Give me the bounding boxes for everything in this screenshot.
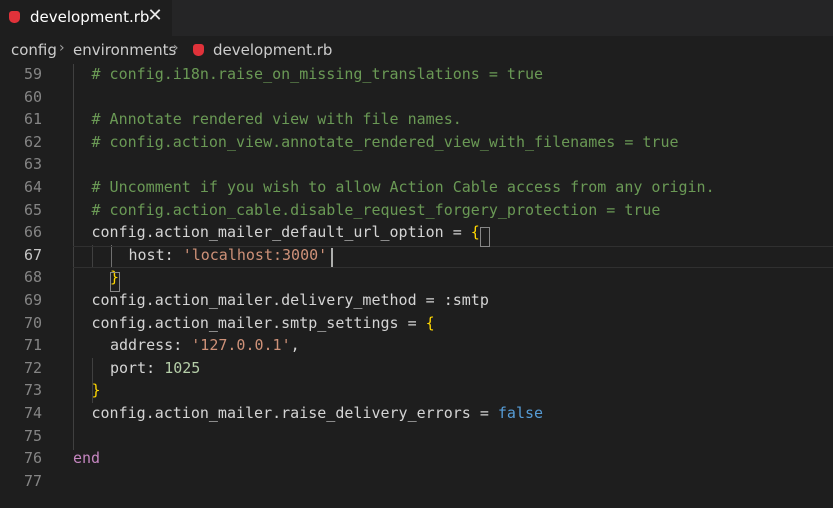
line-number: 68 (23, 268, 42, 287)
code-token: '127.0.0.1' (191, 336, 291, 355)
code-token: # config.i18n.raise_on_missing_translati… (91, 65, 544, 83)
bracket-match-open (480, 227, 490, 247)
code-line[interactable]: 65 # config.action_cable.disable_request_… (0, 200, 833, 223)
code-line[interactable]: 61 # Annotate rendered view with file nam… (0, 109, 833, 132)
breadcrumb: config › environments › development.rb (0, 36, 833, 64)
code-token: # Annotate rendered view with file names… (91, 110, 462, 129)
code-token: host: (128, 245, 183, 264)
code-text[interactable]: end (73, 449, 100, 467)
code-text[interactable]: host: 'localhost:3000' (129, 246, 328, 264)
line-number: 63 (23, 155, 42, 174)
breadcrumb-item-config[interactable]: config (11, 41, 57, 59)
code-text[interactable]: # Uncomment if you wish to allow Action … (92, 178, 715, 196)
code-token: # Uncomment if you wish to allow Action … (91, 178, 715, 196)
code-token: address: (110, 336, 192, 355)
code-token: false (497, 404, 544, 422)
code-line[interactable]: 62 # config.action_view.annotate_rendered… (0, 132, 833, 155)
code-token: 'localhost:3000' (182, 245, 328, 264)
line-number: 64 (23, 178, 42, 196)
line-number: 66 (23, 223, 42, 242)
code-token: config.action_mailer_default_url_option … (91, 223, 471, 242)
breadcrumb-item-file[interactable]: development.rb (213, 41, 332, 59)
chevron-right-icon: › (173, 40, 179, 56)
line-number: 67 (23, 245, 42, 264)
code-text[interactable]: config.action_mailer.smtp_settings = { (92, 314, 435, 332)
breadcrumb-item-environments[interactable]: environments (73, 41, 176, 59)
code-line[interactable]: 60 (0, 87, 833, 110)
code-line[interactable]: 69 config.action_mailer.delivery_method =… (0, 290, 833, 313)
chevron-right-icon: › (59, 40, 65, 56)
code-token: { (470, 223, 480, 242)
code-line[interactable]: 74 config.action_mailer.raise_delivery_er… (0, 403, 833, 426)
line-number: 65 (23, 200, 42, 219)
code-token: port: (110, 358, 165, 377)
ruby-icon (9, 11, 20, 23)
code-line[interactable]: 71 address: '127.0.0.1', (0, 335, 833, 358)
line-number: 73 (23, 381, 42, 400)
code-token: # config.action_cable.disable_request_fo… (91, 200, 661, 219)
tab-label[interactable]: development.rb (30, 8, 149, 26)
line-number: 61 (23, 110, 42, 129)
code-token: end (73, 449, 101, 468)
line-number: 72 (23, 358, 42, 377)
code-token: 1025 (164, 358, 201, 377)
code-token: config.action_mailer.delivery_method = :… (91, 291, 489, 309)
code-text[interactable]: # Annotate rendered view with file names… (92, 110, 462, 128)
code-token: { (425, 313, 435, 332)
code-text[interactable]: config.action_mailer_default_url_option … (92, 223, 480, 241)
code-line[interactable]: 72 port: 1025 (0, 358, 833, 381)
code-line[interactable]: 67 host: 'localhost:3000' (0, 245, 833, 268)
code-text[interactable]: address: '127.0.0.1', (110, 336, 300, 354)
code-text[interactable]: # config.action_cable.disable_request_fo… (92, 201, 661, 219)
bracket-match-close (110, 272, 120, 292)
line-number: 69 (23, 291, 42, 309)
ruby-icon (193, 44, 204, 56)
code-text[interactable]: port: 1025 (110, 359, 200, 377)
line-number: 59 (23, 65, 42, 83)
line-number: 60 (23, 87, 42, 106)
code-line[interactable]: 66 config.action_mailer_default_url_optio… (0, 222, 833, 245)
code-line[interactable]: 77 (0, 471, 833, 494)
tab-development-rb[interactable]: development.rb ✕ (0, 0, 172, 36)
code-text[interactable]: config.action_mailer.delivery_method = :… (92, 291, 489, 309)
code-token: # config.action_view.annotate_rendered_v… (91, 132, 679, 151)
code-token: config.action_mailer.smtp_settings = (91, 313, 426, 332)
code-token: config.action_mailer.raise_delivery_erro… (91, 404, 498, 422)
line-number: 76 (23, 449, 42, 468)
editor-tab-bar: development.rb ✕ (0, 0, 833, 36)
line-number: 75 (23, 426, 42, 445)
code-line[interactable]: 64 # Uncomment if you wish to allow Actio… (0, 177, 833, 200)
line-number: 77 (23, 471, 42, 490)
code-line[interactable]: 75 (0, 426, 833, 449)
code-text[interactable]: } (92, 381, 101, 399)
code-text[interactable]: # config.action_view.annotate_rendered_v… (92, 133, 679, 151)
code-editor[interactable]: 59 # config.i18n.raise_on_missing_transla… (0, 64, 833, 508)
line-number: 62 (23, 132, 42, 151)
line-number: 74 (23, 404, 42, 422)
line-number: 71 (23, 336, 42, 355)
code-line[interactable]: 76 end (0, 448, 833, 471)
code-token: , (290, 336, 300, 355)
code-line[interactable]: 63 (0, 154, 833, 177)
line-number: 70 (23, 313, 42, 332)
code-text[interactable]: config.action_mailer.raise_delivery_erro… (92, 404, 544, 422)
code-line[interactable]: 73} (0, 380, 833, 403)
code-text[interactable]: # config.i18n.raise_on_missing_translati… (92, 65, 544, 83)
code-line[interactable]: 68} (0, 267, 833, 290)
code-line[interactable]: 59 # config.i18n.raise_on_missing_transla… (0, 64, 833, 87)
code-line[interactable]: 70 config.action_mailer.smtp_settings = { (0, 313, 833, 336)
code-token: } (91, 381, 101, 400)
close-icon[interactable]: ✕ (147, 5, 163, 27)
text-cursor (331, 248, 333, 267)
